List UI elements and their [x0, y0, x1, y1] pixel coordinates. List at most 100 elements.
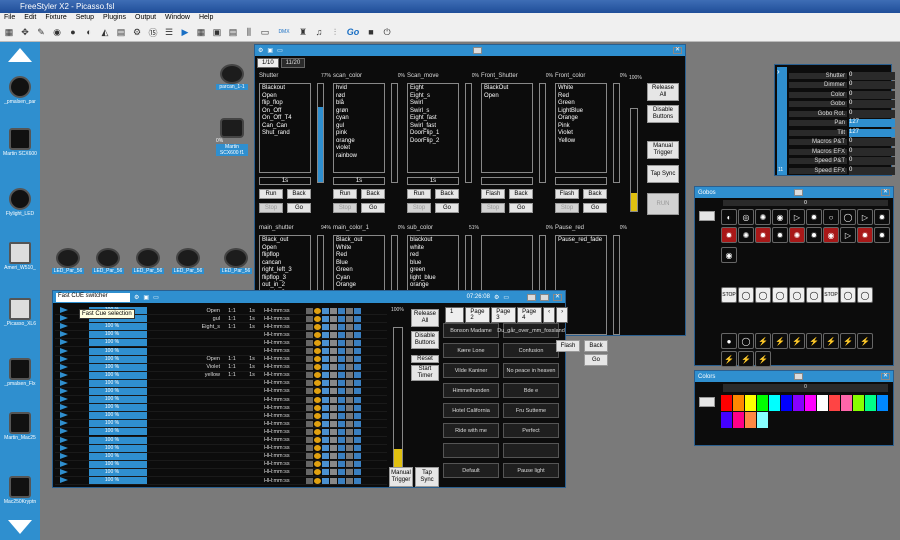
cue-go-icon[interactable] [55, 444, 73, 452]
gobo-button[interactable]: ✹ [772, 227, 788, 243]
sidebar-fixture[interactable]: _pmalsen_Flx [2, 358, 38, 387]
music-icon[interactable] [354, 388, 361, 395]
cue-time[interactable]: HH:mm:ss [262, 437, 306, 443]
clock-icon[interactable] [314, 356, 321, 363]
channel-row[interactable]: Macros P&T 0 [789, 138, 895, 147]
sequence-list[interactable]: hvid rød blå grøn cyan gul pink orange violet rai… [333, 83, 385, 173]
sequence-list[interactable]: Blackout Open flip_flop On_Off On_Off_T4 Can_… [259, 83, 311, 173]
cue-row[interactable]: 100 % HH:mm:ss [55, 379, 387, 388]
lock-icon[interactable] [346, 372, 353, 379]
save-icon[interactable]: ▣ [267, 47, 273, 54]
sequence-item[interactable]: Blue [336, 260, 382, 268]
song-button[interactable]: Fru Sutteme [503, 403, 559, 418]
channel-row[interactable]: Gobo Rot. 0 [789, 109, 895, 118]
cue-pct-bar[interactable]: 100 % [77, 355, 147, 363]
wave-icon[interactable] [322, 420, 329, 427]
manual-trigger-button[interactable]: Manual Trigger [389, 467, 413, 487]
cue-pct-bar[interactable]: 100 % [77, 347, 147, 355]
gobo-button[interactable]: ✹ [806, 227, 822, 243]
sequence-item[interactable]: Eight [410, 85, 456, 93]
midi-icon[interactable] [330, 453, 337, 460]
arrow-icon[interactable] [338, 323, 345, 330]
arrow-icon[interactable] [338, 469, 345, 476]
folder-icon[interactable]: ▭ [153, 294, 159, 301]
sequence-item[interactable]: BlackOut [484, 85, 530, 93]
color-swatch[interactable] [805, 395, 816, 411]
cue-row[interactable]: 100 % HH:mm:ss [55, 347, 387, 356]
clock-icon[interactable] [314, 388, 321, 395]
cue-go-icon[interactable] [55, 355, 73, 363]
keyboard-icon[interactable] [306, 339, 313, 346]
midi-icon[interactable] [330, 437, 337, 444]
channel-row[interactable]: Pan 127 [789, 119, 895, 128]
cue-go-icon[interactable] [55, 379, 73, 387]
sequence-time[interactable] [555, 177, 607, 185]
clock-icon[interactable] [314, 339, 321, 346]
cue-time[interactable]: HH:mm:ss [262, 413, 306, 419]
gobo-button[interactable]: ⚡ [755, 351, 771, 367]
wave-icon[interactable] [322, 339, 329, 346]
sequence-item[interactable]: flipflop_3 [262, 275, 308, 283]
sequence-item[interactable]: cancan [262, 260, 308, 268]
cue-go-icon[interactable] [55, 460, 73, 468]
cue-pct-bar[interactable]: 100 % [77, 420, 147, 428]
channel-row[interactable]: Dimmer 0 [789, 81, 895, 90]
song-button[interactable]: Ride with me [443, 423, 499, 438]
cue-go-icon[interactable] [55, 404, 73, 412]
wave-icon[interactable] [322, 396, 329, 403]
wave-icon[interactable] [322, 461, 329, 468]
close-button[interactable]: ✕ [881, 189, 890, 196]
clock-icon[interactable] [314, 348, 321, 355]
scroll-up-icon[interactable] [8, 48, 32, 62]
sequence-btn-4[interactable]: Go [361, 203, 385, 213]
clock-icon[interactable] [314, 307, 321, 314]
menu-output[interactable]: Output [135, 14, 156, 22]
sequence-time[interactable] [481, 177, 533, 185]
sequence-btn-3[interactable]: Stop [555, 203, 579, 213]
cue-row[interactable]: 100 % HH:mm:ss [55, 428, 387, 437]
cue-go-icon[interactable] [55, 428, 73, 436]
sequence-item[interactable]: Red [336, 252, 382, 260]
lock-icon[interactable] [346, 388, 353, 395]
color-swatch[interactable] [841, 395, 852, 411]
go-button[interactable]: Go [584, 354, 608, 366]
sequence-item[interactable]: white [410, 245, 456, 253]
manual-trigger-button[interactable]: Manual Trigger [647, 141, 679, 159]
sequence-item[interactable]: Violet [558, 130, 604, 138]
music-icon[interactable] [354, 307, 361, 314]
gobo-button[interactable]: ⚡ [840, 333, 856, 349]
cue-pct-bar[interactable]: 100 % [77, 436, 147, 444]
sequence-item[interactable]: out_in_2 [262, 282, 308, 290]
sequence-item[interactable]: blå [336, 100, 382, 108]
lock-icon[interactable] [346, 445, 353, 452]
lock-icon[interactable] [346, 323, 353, 330]
sequence-item[interactable]: On_Off_T4 [262, 115, 308, 123]
color-slider[interactable]: 0 [723, 384, 888, 392]
gobo-button[interactable]: ◯ [840, 209, 856, 225]
cue-time[interactable]: HH:mm:ss [262, 348, 306, 354]
cue-go-icon[interactable] [55, 468, 73, 476]
gobo-button[interactable]: ✹ [806, 209, 822, 225]
close-button[interactable]: ✕ [672, 47, 682, 54]
sequence-speed-slider[interactable] [391, 83, 398, 183]
tap-sync-button[interactable]: Tap Sync [647, 165, 679, 183]
song-button[interactable] [443, 443, 499, 458]
color-swatch[interactable] [757, 395, 768, 411]
cue-go-icon[interactable] [55, 315, 73, 323]
sequence-btn-3[interactable]: Stop [333, 203, 357, 213]
lock-icon[interactable] [346, 396, 353, 403]
power-icon[interactable]: ⏻ [382, 27, 392, 37]
gobo-button[interactable]: ✹ [874, 209, 890, 225]
channel-value[interactable]: 0 [849, 157, 895, 165]
keyboard-icon[interactable] [306, 445, 313, 452]
channel-row[interactable]: Speed EFX 0 [789, 166, 895, 175]
arrow-icon[interactable] [338, 388, 345, 395]
arrow-icon[interactable] [338, 453, 345, 460]
sequence-item[interactable]: Black_out [336, 237, 382, 245]
song-button[interactable]: Default [443, 463, 499, 478]
music-icon[interactable] [354, 323, 361, 330]
lock-icon[interactable] [346, 404, 353, 411]
lock-icon[interactable] [346, 412, 353, 419]
sequence-speed-slider[interactable] [613, 83, 620, 183]
sequence-speed-slider[interactable] [613, 235, 620, 335]
